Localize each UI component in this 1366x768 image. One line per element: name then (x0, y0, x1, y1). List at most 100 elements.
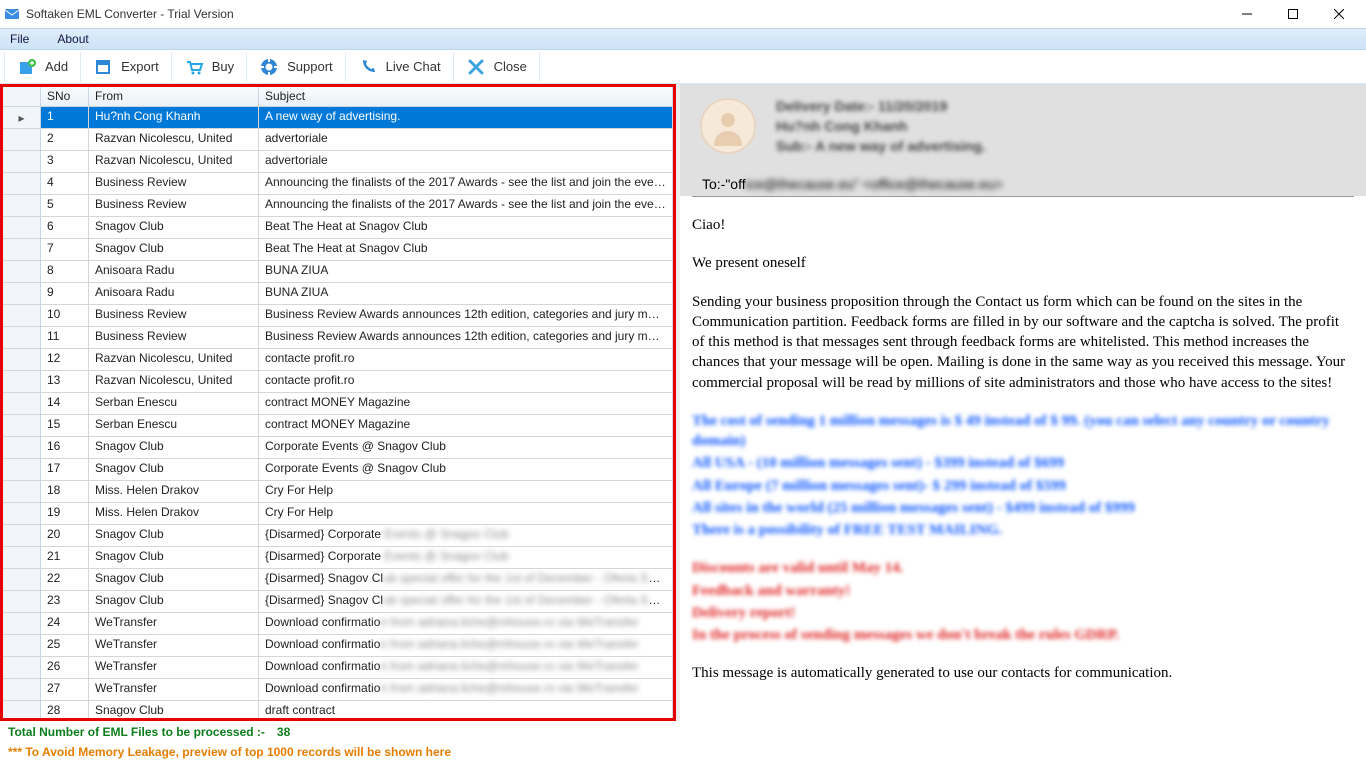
close-button[interactable]: Close (454, 52, 540, 82)
table-row[interactable]: 5Business ReviewAnnouncing the finalists… (3, 195, 673, 217)
cell-from: Snagov Club (89, 437, 259, 458)
row-marker (3, 481, 41, 502)
cell-subject: contract MONEY Magazine (259, 393, 673, 414)
support-icon (259, 57, 279, 77)
table-row[interactable]: 19Miss. Helen DrakovCry For Help (3, 503, 673, 525)
table-row[interactable]: 24WeTransferDownload confirmation from a… (3, 613, 673, 635)
table-row[interactable]: 26WeTransferDownload confirmation from a… (3, 657, 673, 679)
maximize-button[interactable] (1270, 0, 1316, 28)
cell-from: Anisoara Radu (89, 283, 259, 304)
table-row[interactable]: 25WeTransferDownload confirmation from a… (3, 635, 673, 657)
table-row[interactable]: 21Snagov Club{Disarmed} Corporate Events… (3, 547, 673, 569)
cell-subject: Corporate Events @ Snagov Club (259, 459, 673, 480)
footer-count-value: 38 (277, 725, 290, 739)
add-icon (17, 57, 37, 77)
cell-from: Razvan Nicolescu, United (89, 151, 259, 172)
cell-sno: 26 (41, 657, 89, 678)
export-button[interactable]: Export (81, 52, 172, 82)
row-marker (3, 701, 41, 718)
cell-sno: 1 (41, 107, 89, 128)
preview-body: Ciao! We present oneself Sending your bu… (692, 196, 1354, 720)
table-row[interactable]: 28Snagov Clubdraft contract (3, 701, 673, 718)
body-red4: In the process of sending messages we do… (692, 625, 1354, 645)
table-row[interactable]: 13Razvan Nicolescu, Unitedcontacte profi… (3, 371, 673, 393)
row-marker (3, 217, 41, 238)
app-icon (4, 6, 20, 22)
row-marker (3, 459, 41, 480)
col-subject[interactable]: Subject (259, 87, 673, 106)
cell-sno: 24 (41, 613, 89, 634)
row-marker: ▸ (3, 107, 41, 128)
table-row[interactable]: 3Razvan Nicolescu, Unitedadvertoriale (3, 151, 673, 173)
row-marker (3, 195, 41, 216)
cell-sno: 20 (41, 525, 89, 546)
table-row[interactable]: 4Business ReviewAnnouncing the finalists… (3, 173, 673, 195)
col-sno[interactable]: SNo (41, 87, 89, 106)
table-row[interactable]: 10Business ReviewBusiness Review Awards … (3, 305, 673, 327)
table-row[interactable]: 20Snagov Club{Disarmed} Corporate Events… (3, 525, 673, 547)
livechat-button[interactable]: Live Chat (346, 52, 454, 82)
row-marker (3, 349, 41, 370)
add-button[interactable]: Add (4, 52, 81, 82)
table-row[interactable]: 8Anisoara RaduBUNA ZIUA (3, 261, 673, 283)
cell-from: Snagov Club (89, 701, 259, 718)
table-row[interactable]: 17Snagov ClubCorporate Events @ Snagov C… (3, 459, 673, 481)
table-row[interactable]: 9Anisoara RaduBUNA ZIUA (3, 283, 673, 305)
cell-subject: BUNA ZIUA (259, 261, 673, 282)
close-icon (466, 57, 486, 77)
cell-sno: 11 (41, 327, 89, 348)
footer-note: *** To Avoid Memory Leakage, preview of … (8, 745, 1358, 759)
table-row[interactable]: ▸1Hu?nh Cong KhanhA new way of advertisi… (3, 107, 673, 129)
email-preview[interactable]: Delivery Date:- 11/20/2019 Hu?nh Cong Kh… (680, 84, 1366, 721)
cell-from: WeTransfer (89, 635, 259, 656)
table-row[interactable]: 16Snagov ClubCorporate Events @ Snagov C… (3, 437, 673, 459)
table-row[interactable]: 22Snagov Club{Disarmed} Snagov Club spec… (3, 569, 673, 591)
row-marker (3, 679, 41, 700)
table-row[interactable]: 18Miss. Helen DrakovCry For Help (3, 481, 673, 503)
row-marker (3, 635, 41, 656)
menu-file[interactable]: File (10, 32, 29, 46)
grid-header: SNo From Subject (3, 87, 673, 107)
cell-from: Miss. Helen Drakov (89, 503, 259, 524)
row-marker (3, 657, 41, 678)
export-label: Export (121, 59, 159, 74)
table-row[interactable]: 14Serban Enescucontract MONEY Magazine (3, 393, 673, 415)
cell-from: Business Review (89, 327, 259, 348)
table-row[interactable]: 2Razvan Nicolescu, Unitedadvertoriale (3, 129, 673, 151)
row-header-blank (3, 87, 41, 106)
minimize-button[interactable] (1224, 0, 1270, 28)
cell-from: Razvan Nicolescu, United (89, 349, 259, 370)
to-address: ice@thecause.eu" <office@thecause.eu> (746, 176, 1003, 192)
cell-from: Anisoara Radu (89, 261, 259, 282)
phone-icon (358, 57, 378, 77)
window-title: Softaken EML Converter - Trial Version (26, 7, 234, 21)
buy-label: Buy (212, 59, 234, 74)
table-row[interactable]: 12Razvan Nicolescu, Unitedcontacte profi… (3, 349, 673, 371)
buy-button[interactable]: Buy (172, 52, 247, 82)
menu-about[interactable]: About (57, 32, 88, 46)
cell-from: Snagov Club (89, 459, 259, 480)
cell-from: Snagov Club (89, 525, 259, 546)
col-from[interactable]: From (89, 87, 259, 106)
cell-sno: 8 (41, 261, 89, 282)
body-p1: Ciao! (692, 215, 1354, 235)
cell-subject: {Disarmed} Corporate Events @ Snagov Clu… (259, 525, 673, 546)
support-button[interactable]: Support (247, 52, 346, 82)
table-row[interactable]: 11Business ReviewBusiness Review Awards … (3, 327, 673, 349)
table-row[interactable]: 23Snagov Club{Disarmed} Snagov Club spec… (3, 591, 673, 613)
email-grid[interactable]: SNo From Subject ▸1Hu?nh Cong KhanhA new… (3, 87, 673, 718)
cell-sno: 2 (41, 129, 89, 150)
body-blue5: There is a possibility of FREE TEST MAIL… (692, 520, 1354, 540)
cell-from: WeTransfer (89, 657, 259, 678)
row-marker (3, 305, 41, 326)
table-row[interactable]: 6Snagov ClubBeat The Heat at Snagov Club (3, 217, 673, 239)
cell-from: Business Review (89, 173, 259, 194)
table-row[interactable]: 7Snagov ClubBeat The Heat at Snagov Club (3, 239, 673, 261)
body-red2: Feedback and warranty! (692, 581, 1354, 601)
row-marker (3, 327, 41, 348)
close-window-button[interactable] (1316, 0, 1362, 28)
table-row[interactable]: 27WeTransferDownload confirmation from a… (3, 679, 673, 701)
cell-sno: 25 (41, 635, 89, 656)
table-row[interactable]: 15Serban Enescucontract MONEY Magazine (3, 415, 673, 437)
row-marker (3, 371, 41, 392)
